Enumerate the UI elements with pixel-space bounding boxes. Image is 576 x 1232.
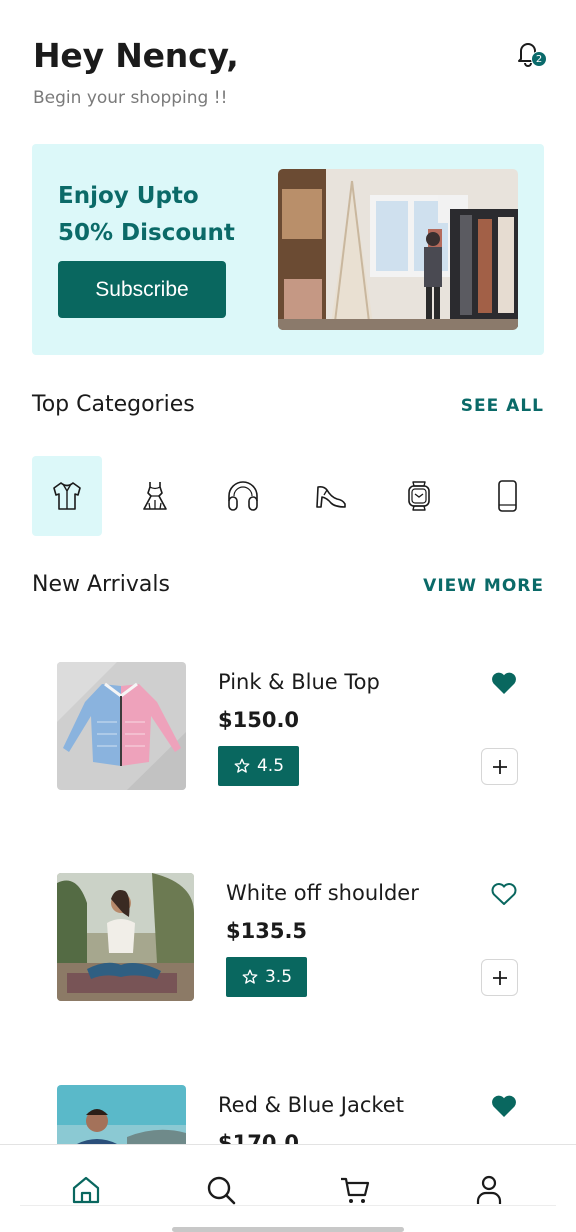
shirt-icon <box>53 482 81 510</box>
nav-divider <box>20 1205 556 1206</box>
category-headphones[interactable] <box>208 456 278 536</box>
search-icon <box>207 1176 236 1205</box>
plus-icon <box>492 759 507 774</box>
star-icon <box>242 969 258 984</box>
heart-filled-icon <box>492 672 516 694</box>
product-image <box>57 662 186 790</box>
product-name: White off shoulder <box>226 881 419 905</box>
greeting-title: Hey Nency, <box>33 36 239 75</box>
rating-value: 4.5 <box>256 756 285 776</box>
favorite-button[interactable] <box>490 881 518 907</box>
product-card[interactable]: Pink & Blue Top $150.0 4.5 <box>57 662 519 792</box>
product-price: $150.0 <box>218 708 300 732</box>
dress-icon <box>143 482 167 510</box>
smartphone-icon <box>498 480 517 512</box>
category-dresses[interactable] <box>120 456 190 536</box>
category-shoes[interactable] <box>296 456 366 536</box>
nav-home[interactable] <box>69 1173 103 1207</box>
headphones-icon <box>228 481 258 511</box>
banner-image <box>278 169 518 330</box>
product-image <box>57 873 194 1001</box>
heel-shoe-icon <box>316 486 346 508</box>
notification-badge: 2 <box>531 51 547 67</box>
arrivals-title: New Arrivals <box>32 572 170 597</box>
favorite-button[interactable] <box>490 1093 518 1119</box>
nav-cart[interactable] <box>338 1173 372 1207</box>
star-icon <box>234 758 250 773</box>
favorite-button[interactable] <box>490 670 518 696</box>
heart-outline-icon <box>491 883 517 905</box>
promo-banner: Enjoy Upto 50% Discount Subscribe <box>32 144 544 355</box>
notification-button[interactable]: 2 <box>513 38 551 72</box>
category-shirts[interactable] <box>32 456 102 536</box>
profile-icon <box>476 1175 502 1204</box>
product-name: Pink & Blue Top <box>218 670 380 694</box>
product-card[interactable]: White off shoulder $135.5 3.5 <box>57 873 519 1003</box>
see-all-link[interactable]: SEE ALL <box>461 396 544 416</box>
categories-header: Top Categories SEE ALL <box>32 392 544 426</box>
product-name: Red & Blue Jacket <box>218 1093 404 1117</box>
home-icon <box>72 1176 100 1204</box>
header: Hey Nency, Begin your shopping !! 2 <box>33 36 553 116</box>
nav-search[interactable] <box>204 1173 238 1207</box>
add-to-cart-button[interactable] <box>481 959 518 996</box>
heart-filled-icon <box>492 1095 516 1117</box>
product-price: $135.5 <box>226 919 308 943</box>
category-list <box>32 456 544 536</box>
categories-title: Top Categories <box>32 392 195 417</box>
add-to-cart-button[interactable] <box>481 748 518 785</box>
nav-profile[interactable] <box>472 1173 506 1207</box>
plus-icon <box>492 970 507 985</box>
view-more-link[interactable]: VIEW MORE <box>423 576 544 596</box>
arrivals-header: New Arrivals VIEW MORE <box>32 572 544 606</box>
category-phones[interactable] <box>472 456 542 536</box>
home-indicator <box>172 1227 404 1232</box>
subscribe-button[interactable]: Subscribe <box>58 261 226 318</box>
category-watches[interactable] <box>384 456 454 536</box>
banner-title: Enjoy Upto 50% Discount <box>58 183 235 246</box>
greeting-subtitle: Begin your shopping !! <box>33 88 228 108</box>
rating-badge: 3.5 <box>226 957 307 997</box>
rating-value: 3.5 <box>264 967 293 987</box>
rating-badge: 4.5 <box>218 746 299 786</box>
smartwatch-icon <box>408 481 430 511</box>
cart-icon <box>341 1177 370 1203</box>
bottom-navigation <box>0 1144 576 1232</box>
